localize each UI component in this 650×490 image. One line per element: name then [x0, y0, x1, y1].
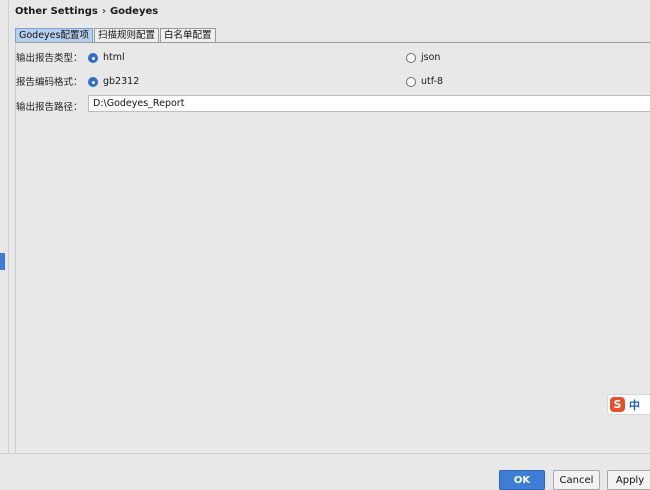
encoding-row: 报告编码格式： [16, 73, 83, 89]
apply-button[interactable]: Apply [607, 470, 650, 490]
radio-utf8-label: utf-8 [421, 76, 444, 87]
dialog-button-bar: OK Cancel Apply [0, 453, 650, 490]
radio-utf8-icon[interactable] [406, 76, 416, 87]
radio-gb2312-label: gb2312 [103, 76, 140, 87]
report-path-input[interactable]: D:\Godeyes_Report [88, 95, 650, 112]
encoding-label: 报告编码格式： [16, 77, 83, 88]
radio-utf8[interactable]: utf-8 [406, 76, 443, 87]
cancel-button[interactable]: Cancel [553, 470, 600, 490]
tab-scan-rules[interactable]: 扫描规则配置 [93, 28, 159, 42]
sogou-ime-icon[interactable]: S [610, 397, 625, 412]
radio-json-label: json [421, 52, 441, 63]
tree-selection-indicator [0, 253, 5, 270]
breadcrumb: Other Settings › Godeyes [15, 6, 158, 17]
report-type-label: 输出报告类型： [16, 53, 83, 64]
settings-tree-strip[interactable]: ) [0, 0, 9, 453]
radio-html-icon[interactable] [88, 52, 98, 63]
tab-godeyes-config[interactable]: Godeyes配置项 [15, 28, 93, 42]
ok-button[interactable]: OK [499, 470, 545, 490]
ime-mode-indicator[interactable]: 中 [629, 397, 640, 413]
collapse-icon[interactable]: ) [0, 4, 1, 14]
breadcrumb-parent: Other Settings [15, 6, 98, 17]
radio-gb2312[interactable]: gb2312 [88, 76, 139, 87]
radio-json[interactable]: json [406, 52, 440, 63]
report-path-row: 输出报告路径： [16, 98, 83, 114]
ime-toolbar[interactable]: S 中 [607, 394, 650, 415]
tab-whitelist[interactable]: 白名单配置 [159, 28, 216, 42]
tab-bar: Godeyes配置项 扫描规则配置 白名单配置 [15, 28, 217, 42]
breadcrumb-current: Godeyes [109, 6, 159, 17]
radio-gb2312-icon[interactable] [88, 76, 98, 87]
radio-json-icon[interactable] [406, 52, 416, 63]
radio-html-label: html [103, 52, 125, 63]
report-type-row: 输出报告类型： [16, 49, 83, 65]
breadcrumb-separator-icon: › [101, 6, 106, 17]
report-path-label: 输出报告路径： [16, 102, 83, 113]
radio-html[interactable]: html [88, 52, 125, 63]
